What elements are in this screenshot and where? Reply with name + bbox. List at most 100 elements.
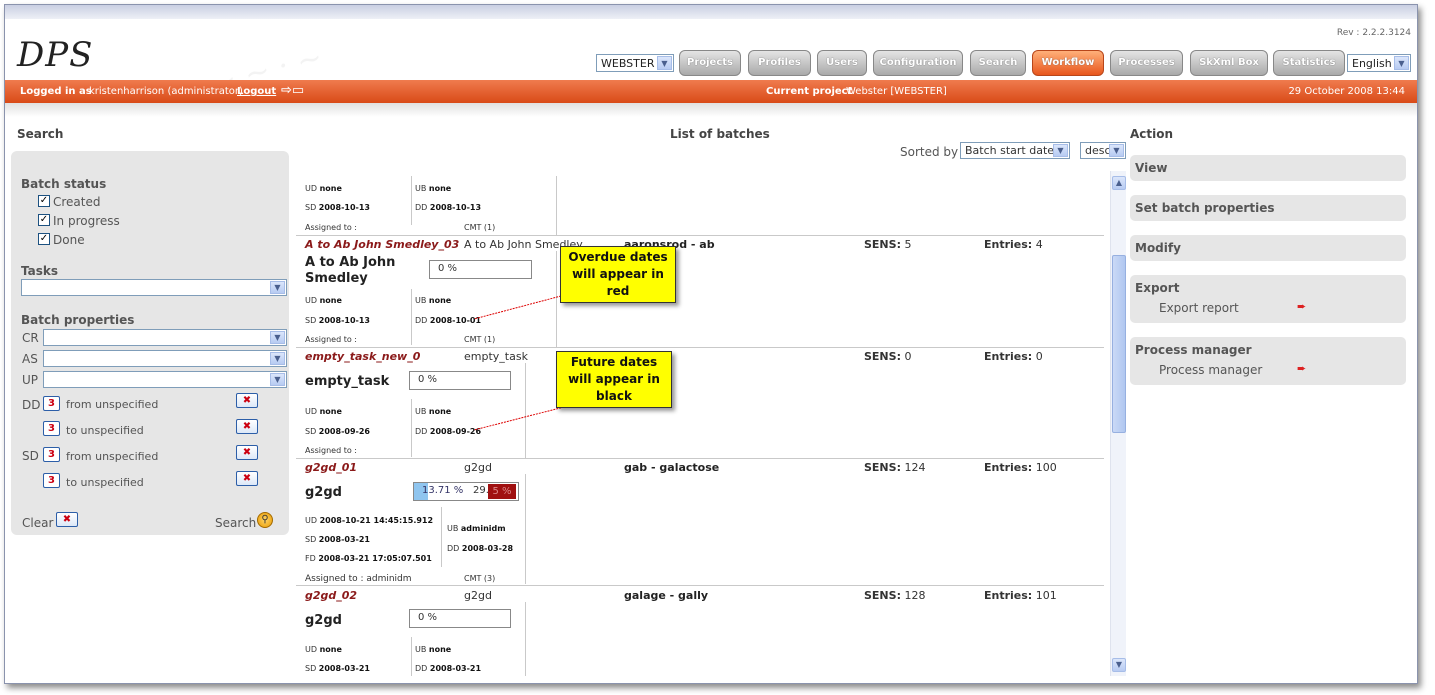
current-project-label: Current project xyxy=(766,86,853,97)
cr-select[interactable]: ▼ xyxy=(43,329,287,346)
clear-icon[interactable]: ✖ xyxy=(56,512,78,527)
status-bar: Logged in as kristenharrison (administra… xyxy=(5,80,1417,103)
dd-from-label: from unspecified xyxy=(66,398,159,411)
export-window-icon[interactable]: ⇨▭ xyxy=(281,83,304,98)
calendar-icon[interactable]: 3 xyxy=(43,473,60,488)
list-scrollbar[interactable]: ▲ ▼ xyxy=(1110,171,1126,676)
up-select[interactable]: ▼ xyxy=(43,371,287,388)
chevron-down-icon: ▼ xyxy=(1394,56,1409,70)
clear-date-icon[interactable]: ✖ xyxy=(236,419,258,434)
callout-pointers xyxy=(473,295,565,431)
language-select-value: English xyxy=(1352,57,1392,70)
search-icon[interactable]: ⚲ xyxy=(257,512,273,528)
window-top-strip xyxy=(5,5,1417,19)
nav-projects[interactable]: Projects xyxy=(679,50,741,76)
action-modify-label: Modify xyxy=(1135,241,1181,255)
chevron-down-icon: ▼ xyxy=(1109,144,1124,157)
calendar-icon[interactable]: 3 xyxy=(43,396,60,411)
nav-skxml-box[interactable]: SkXml Box xyxy=(1190,50,1268,76)
clear-date-icon[interactable]: ✖ xyxy=(236,445,258,460)
overdue-callout: Overdue dates will appear in red xyxy=(560,246,676,303)
scroll-thumb[interactable] xyxy=(1112,255,1126,433)
chevron-down-icon: ▼ xyxy=(270,352,285,365)
status-datetime: 29 October 2008 13:44 xyxy=(1288,86,1405,97)
logged-in-label: Logged in as xyxy=(20,86,92,97)
checkbox-done-label: Done xyxy=(53,233,85,247)
checkbox-in-progress[interactable]: ✓ xyxy=(38,214,50,226)
project-select-value: WEBSTER xyxy=(601,57,655,70)
action-modify[interactable]: Modify xyxy=(1130,235,1406,261)
checkbox-created-label: Created xyxy=(53,195,101,209)
action-export-group: Export Export report ➨ xyxy=(1130,275,1406,323)
action-panel-title: Action xyxy=(1130,127,1174,141)
checkbox-done[interactable]: ✓ xyxy=(38,233,50,245)
project-select[interactable]: WEBSTER ▼ xyxy=(596,54,674,72)
action-set-batch-properties[interactable]: Set batch properties xyxy=(1130,195,1406,221)
action-process-manager-group: Process manager Process manager ➨ xyxy=(1130,337,1406,385)
search-button[interactable]: Search xyxy=(215,516,256,530)
chevron-down-icon: ▼ xyxy=(1053,144,1068,157)
language-select[interactable]: English ▼ xyxy=(1347,54,1411,72)
search-panel-title: Search xyxy=(17,127,64,141)
scroll-down-icon[interactable]: ▼ xyxy=(1112,658,1126,672)
future-pointer xyxy=(473,406,565,431)
action-set-props-label: Set batch properties xyxy=(1135,201,1275,215)
clear-date-icon[interactable]: ✖ xyxy=(236,393,258,408)
scroll-up-icon[interactable]: ▲ xyxy=(1112,176,1126,190)
arrow-right-icon[interactable]: ➨ xyxy=(1297,362,1306,375)
app-logo: DPS xyxy=(17,35,94,75)
clear-date-icon[interactable]: ✖ xyxy=(236,471,258,486)
action-view-label: View xyxy=(1135,161,1168,175)
sd-label: SD xyxy=(22,449,39,463)
checkbox-created[interactable]: ✓ xyxy=(38,195,50,207)
nav-workflow[interactable]: Workflow xyxy=(1032,50,1104,76)
nav-statistics[interactable]: Statistics xyxy=(1273,50,1345,76)
as-select[interactable]: ▼ xyxy=(43,350,287,367)
tasks-label: Tasks xyxy=(21,264,59,278)
sd-from-label: from unspecified xyxy=(66,450,159,463)
batch-list: UD none UB none SD 2008-10-13 DD 2008-10… xyxy=(296,171,1109,676)
batch-properties-label: Batch properties xyxy=(21,313,135,327)
dd-to-label: to unspecified xyxy=(66,424,144,437)
chevron-down-icon: ▼ xyxy=(270,281,285,294)
export-report-link[interactable]: Export report xyxy=(1159,301,1239,315)
action-export-label: Export xyxy=(1135,281,1180,295)
sort-field-value: Batch start date xyxy=(965,144,1055,157)
chevron-down-icon: ▼ xyxy=(270,373,285,386)
action-view[interactable]: View xyxy=(1130,155,1406,181)
chevron-down-icon: ▼ xyxy=(270,331,285,344)
logged-in-user: kristenharrison (administrator) xyxy=(89,86,243,97)
header-shadow xyxy=(5,103,1417,117)
calendar-icon[interactable]: 3 xyxy=(43,421,60,436)
revision-label: Rev : 2.2.2.3124 xyxy=(1336,28,1411,38)
batch-status-label: Batch status xyxy=(21,177,107,191)
up-label: UP xyxy=(22,373,39,387)
nav-users[interactable]: Users xyxy=(817,50,867,76)
checkbox-in-progress-label: In progress xyxy=(53,214,120,228)
cr-label: CR xyxy=(22,331,39,345)
process-manager-link[interactable]: Process manager xyxy=(1159,363,1262,377)
calendar-icon[interactable]: 3 xyxy=(43,447,60,462)
clear-button[interactable]: Clear xyxy=(22,516,53,530)
header-watermark: ~ · ~ ~ · ~ xyxy=(155,39,326,115)
sd-to-label: to unspecified xyxy=(66,476,144,489)
as-label: AS xyxy=(22,352,38,366)
tasks-select[interactable]: ▼ xyxy=(21,279,287,296)
nav-processes[interactable]: Processes xyxy=(1110,50,1183,76)
nav-profiles[interactable]: Profiles xyxy=(748,50,811,76)
sort-order-select[interactable]: desc ▼ xyxy=(1080,142,1126,159)
process-manager-title: Process manager xyxy=(1135,343,1252,357)
future-callout: Future dates will appear in black xyxy=(556,351,672,408)
chevron-down-icon: ▼ xyxy=(657,56,672,70)
dd-label: DD xyxy=(22,398,41,412)
overdue-pointer xyxy=(473,295,562,320)
sort-field-select[interactable]: Batch start date ▼ xyxy=(960,142,1070,159)
arrow-right-icon[interactable]: ➨ xyxy=(1297,300,1306,313)
sorted-by-label: Sorted by xyxy=(900,145,959,159)
logout-link[interactable]: Logout xyxy=(237,86,276,97)
current-project-value: Webster [WEBSTER] xyxy=(846,86,947,97)
nav-configuration[interactable]: Configuration xyxy=(873,50,963,76)
sort-order-value: desc xyxy=(1085,144,1111,157)
nav-search[interactable]: Search xyxy=(970,50,1026,76)
list-title: List of batches xyxy=(670,127,770,141)
